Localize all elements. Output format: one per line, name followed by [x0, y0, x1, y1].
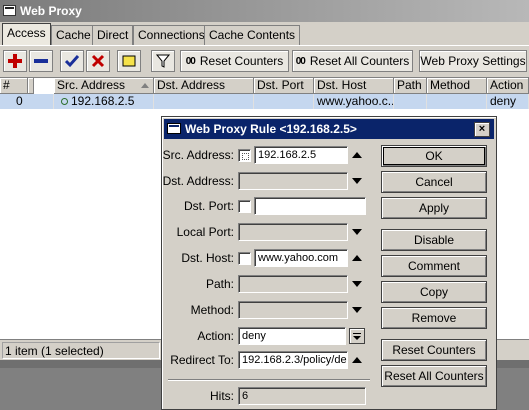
label-redirect-to: Redirect To:: [170, 353, 234, 367]
collapse-arrow-icon[interactable]: [352, 357, 362, 363]
disable-button[interactable]: [86, 50, 110, 72]
column-header-src-address[interactable]: Src. Address: [54, 78, 154, 94]
redirect-to-field[interactable]: 192.168.2.3/policy/de: [238, 351, 348, 369]
cancel-button[interactable]: Cancel: [381, 171, 487, 193]
label-dst-port: Dst. Port:: [183, 199, 234, 213]
window-icon: [167, 123, 181, 134]
column-header-number[interactable]: #: [0, 78, 28, 94]
note-icon: [122, 55, 136, 67]
dst-port-field[interactable]: [254, 197, 366, 215]
cell-dst-address: [154, 94, 254, 109]
remove-button[interactable]: [29, 50, 53, 72]
label-dst-host: Dst. Host:: [181, 251, 234, 265]
src-address-field[interactable]: 192.168.2.5: [254, 146, 348, 164]
dst-port-invert-checkbox[interactable]: [238, 200, 251, 213]
label-src-address: Src. Address:: [162, 148, 234, 162]
remove-button[interactable]: Remove: [381, 307, 487, 329]
cell-path: [394, 94, 427, 109]
enable-button[interactable]: [60, 50, 84, 72]
hits-value: 6: [238, 387, 366, 405]
expand-arrow-icon[interactable]: [352, 281, 362, 287]
label-dst-address: Dst. Address:: [162, 174, 234, 188]
reset-counters-button[interactable]: 00 Reset Counters: [180, 50, 289, 72]
reset-counters-button[interactable]: Reset Counters: [381, 339, 487, 361]
label-method: Method:: [190, 303, 234, 317]
cell-dst-host: www.yahoo.c...: [314, 94, 394, 109]
column-header-spacer: [28, 78, 34, 94]
reset-all-counters-label: Reset All Counters: [309, 54, 410, 68]
comment-button[interactable]: Comment: [381, 255, 487, 277]
cell-action: deny: [487, 94, 529, 109]
cell-number: 0: [0, 94, 54, 109]
copy-button[interactable]: Copy: [381, 281, 487, 303]
dst-address-field[interactable]: [238, 172, 348, 190]
column-header-dst-host[interactable]: Dst. Host: [314, 78, 394, 94]
column-header-path[interactable]: Path: [394, 78, 427, 94]
counter-icon: 00: [295, 55, 306, 67]
tab-connections[interactable]: Connections: [133, 25, 210, 45]
checkmark-icon: [65, 55, 79, 68]
label-hits: Hits:: [210, 389, 234, 403]
local-port-field[interactable]: [238, 223, 348, 241]
dropdown-button-icon[interactable]: [349, 328, 365, 344]
window-icon: [3, 5, 16, 16]
filter-button[interactable]: [151, 50, 175, 72]
method-field[interactable]: [238, 301, 348, 319]
cell-method: [427, 94, 487, 109]
column-header-action[interactable]: Action: [487, 78, 529, 94]
ok-button[interactable]: OK: [381, 145, 487, 167]
dst-host-field[interactable]: www.yahoo.com: [254, 249, 348, 267]
comment-button[interactable]: [117, 50, 141, 72]
tab-cache[interactable]: Cache: [51, 25, 96, 45]
collapse-arrow-icon[interactable]: [352, 152, 362, 158]
sort-icon: [141, 83, 149, 88]
filter-icon: [156, 54, 170, 68]
column-header-dst-port[interactable]: Dst. Port: [254, 78, 314, 94]
tab-access[interactable]: Access: [2, 23, 51, 46]
expand-arrow-icon[interactable]: [352, 229, 362, 235]
action-select[interactable]: deny: [238, 327, 346, 345]
window-title-bar[interactable]: Web Proxy: [0, 0, 529, 22]
reset-counters-label: Reset Counters: [199, 54, 284, 68]
label-action: Action:: [197, 329, 234, 343]
status-text: 1 item (1 selected): [2, 342, 160, 359]
cell-src-address: 192.168.2.5: [54, 94, 154, 109]
dialog-title: Web Proxy Rule <192.168.2.5>: [185, 122, 357, 136]
reset-all-counters-button[interactable]: 00 Reset All Counters: [292, 50, 413, 72]
path-field[interactable]: [238, 275, 348, 293]
table-row[interactable]: 0 192.168.2.5 www.yahoo.c... deny: [0, 94, 529, 109]
collapse-arrow-icon[interactable]: [352, 255, 362, 261]
expand-arrow-icon[interactable]: [352, 307, 362, 313]
add-button[interactable]: [3, 50, 27, 72]
column-header-method[interactable]: Method: [427, 78, 487, 94]
cell-dst-port: [254, 94, 314, 109]
web-proxy-settings-button[interactable]: Web Proxy Settings: [419, 50, 527, 72]
src-address-invert-checkbox[interactable]: [238, 149, 251, 162]
expand-arrow-icon[interactable]: [352, 178, 362, 184]
window-title: Web Proxy: [20, 4, 82, 18]
divider: [168, 379, 370, 381]
tab-cache-contents[interactable]: Cache Contents: [204, 25, 301, 45]
rule-status-icon: [61, 98, 68, 106]
counter-icon: 00: [185, 55, 196, 67]
column-header-src-address-label: Src. Address: [57, 78, 126, 92]
disable-button[interactable]: Disable: [381, 229, 487, 251]
column-header-dst-address[interactable]: Dst. Address: [154, 78, 254, 94]
tab-divider: [0, 45, 529, 46]
plus-icon: [8, 54, 22, 68]
x-icon: [91, 54, 105, 68]
apply-button[interactable]: Apply: [381, 197, 487, 219]
dst-host-invert-checkbox[interactable]: [238, 252, 251, 265]
label-local-port: Local Port:: [176, 225, 234, 239]
web-proxy-rule-dialog: Web Proxy Rule <192.168.2.5> × Src. Addr…: [161, 116, 497, 410]
dialog-title-bar[interactable]: Web Proxy Rule <192.168.2.5> ×: [164, 119, 494, 139]
cell-src-address-value: 192.168.2.5: [71, 94, 135, 108]
tab-direct[interactable]: Direct: [92, 25, 134, 45]
close-button[interactable]: ×: [474, 122, 490, 137]
label-path: Path:: [205, 277, 234, 291]
minus-icon: [34, 59, 48, 63]
reset-all-counters-button[interactable]: Reset All Counters: [381, 365, 487, 387]
